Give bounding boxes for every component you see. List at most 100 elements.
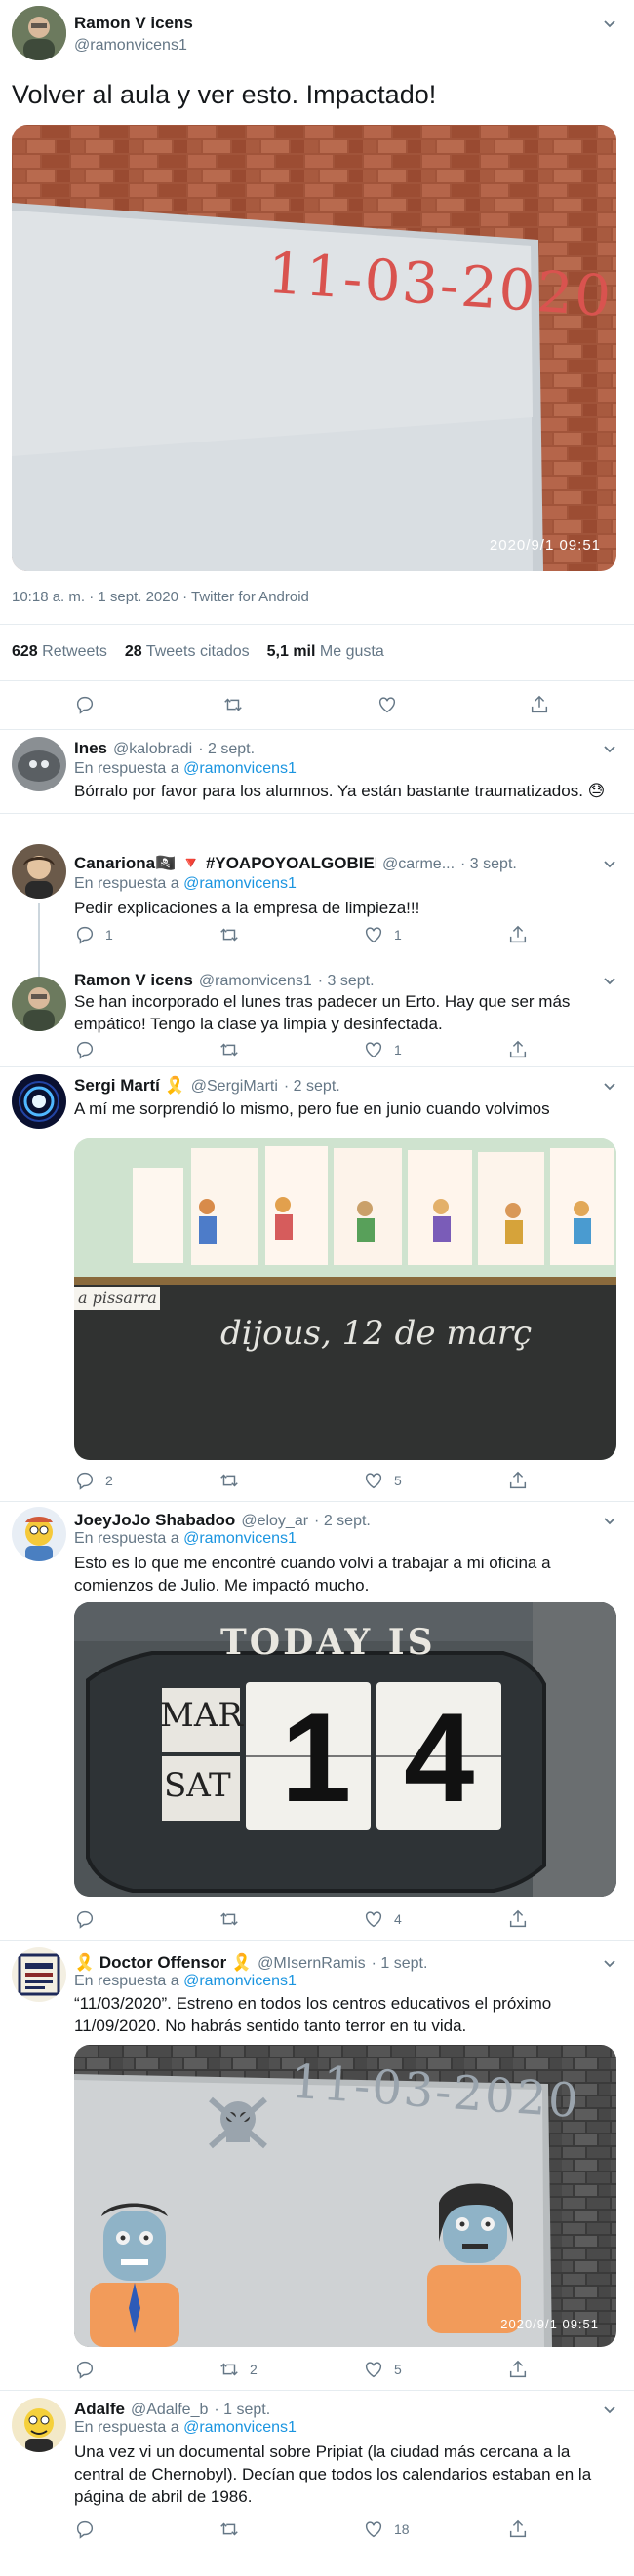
tweet-date[interactable]: · 2 sept. [284, 1078, 340, 1096]
tweet-photo[interactable]: TODAY IS MAR SAT 1 4 [74, 1602, 616, 1897]
like-button[interactable] [376, 694, 398, 715]
tweet-date[interactable]: · 3 sept. [318, 973, 375, 990]
tweet-text: A mí me sorprendió lo mismo, pero fue en… [74, 1099, 550, 1118]
retweet-button[interactable] [218, 1470, 240, 1491]
calendar-weekday: SAT [164, 1766, 231, 1805]
tweet-date[interactable]: · 1 sept. [214, 2402, 270, 2419]
retweet-button[interactable]: 2 [218, 2359, 258, 2380]
tweet-photo[interactable]: 11-03-2020 2020/9/1 09:51 [74, 2045, 616, 2347]
avatar[interactable] [12, 737, 66, 791]
chevron-down-icon[interactable] [603, 1957, 616, 1971]
heart-icon [365, 2362, 382, 2378]
mention-link[interactable]: @ramonvicens1 [183, 760, 297, 777]
mention-link[interactable]: @ramonvicens1 [183, 1530, 297, 1547]
chevron-down-icon[interactable] [603, 2403, 616, 2417]
retweet-button[interactable] [218, 924, 240, 945]
author-name[interactable]: 🎗️ Doctor Offensor 🎗️ [74, 1953, 252, 1973]
chevron-down-icon[interactable] [603, 1080, 616, 1094]
avatar[interactable] [12, 6, 66, 60]
author-handle[interactable]: @ramonvicens1 [199, 973, 312, 990]
share-button[interactable] [507, 1908, 529, 1930]
tweet-text: Una vez vi un documental sobre Pripiat (… [74, 2442, 592, 2506]
avatar[interactable] [12, 2398, 66, 2452]
avatar[interactable] [12, 1507, 66, 1561]
chevron-down-icon[interactable] [603, 858, 616, 871]
author-name[interactable]: Ines [74, 739, 107, 758]
author-handle[interactable]: @kalobradi [113, 741, 192, 758]
mention-link[interactable]: @ramonvicens1 [183, 2419, 297, 2436]
share-button[interactable] [507, 2518, 529, 2540]
tweet-text: “11/03/2020”. Estreno en todos los centr… [74, 1994, 552, 2035]
mention-link[interactable]: @ramonvicens1 [183, 875, 297, 892]
retweet-icon [220, 1474, 238, 1487]
avatar[interactable] [12, 977, 66, 1031]
tweet-date[interactable]: · 3 sept. [460, 856, 517, 873]
reply-count: 1 [105, 927, 113, 942]
mention-link[interactable]: @ramonvicens1 [183, 1973, 297, 1989]
tweet-photo[interactable]: 11-03-2020 2020/9/1 09:51 [12, 125, 616, 571]
reply-button[interactable] [74, 2518, 96, 2540]
avatar[interactable] [12, 1947, 66, 2002]
reply-button[interactable]: 1 [74, 924, 113, 945]
like-button[interactable]: 1 [363, 924, 402, 945]
retweet-button[interactable] [218, 1039, 240, 1060]
like-count: 5 [394, 1473, 402, 1488]
reply-button[interactable] [74, 694, 96, 715]
reply-button[interactable] [74, 1908, 96, 1930]
share-icon [531, 695, 548, 713]
like-button[interactable]: 4 [363, 1908, 402, 1930]
author-handle[interactable]: @SergiMarti [191, 1078, 278, 1096]
author-handle[interactable]: @ramonvicens1 [74, 37, 187, 55]
quotes-stat[interactable]: 28 Tweets citados [125, 643, 250, 661]
retweets-count: 628 [12, 643, 38, 660]
avatar[interactable] [12, 1074, 66, 1129]
author-handle[interactable]: @Adalfe_b [131, 2402, 208, 2419]
author-name[interactable]: Canariona🏴‍☠️ 🔻 #YOAPOYOALGOBIERNO 🔻 [74, 854, 376, 873]
reply-button[interactable] [74, 1039, 96, 1060]
retweet-button[interactable] [222, 694, 244, 715]
heart-icon [365, 2521, 382, 2538]
retweet-icon [220, 1912, 238, 1926]
like-button[interactable]: 5 [363, 2359, 402, 2380]
tweet-date[interactable]: · 2 sept. [314, 1513, 371, 1530]
reply-button[interactable] [74, 2359, 96, 2380]
author-name[interactable]: Adalfe [74, 2400, 125, 2419]
reply-button[interactable]: 2 [74, 1470, 113, 1491]
like-button[interactable]: 5 [363, 1470, 402, 1491]
like-button[interactable]: 18 [363, 2518, 410, 2540]
chevron-down-icon[interactable] [603, 975, 616, 988]
author-name[interactable]: Ramon V icens [74, 971, 193, 990]
reply-context: En respuesta a @ramonvicens1 [74, 1530, 297, 1548]
retweets-stat[interactable]: 628 Retweets [12, 643, 107, 661]
avatar[interactable] [12, 844, 66, 899]
author-handle[interactable]: @MIsernRamis [258, 1955, 365, 1973]
tweet-photo[interactable]: a pissarra dijous, 12 de març [74, 1138, 616, 1460]
reply-context: En respuesta a @ramonvicens1 [74, 760, 297, 778]
tweet-date[interactable]: · 2 sept. [198, 741, 255, 758]
share-icon [509, 1471, 527, 1489]
divider [0, 813, 634, 814]
likes-stat[interactable]: 5,1 mil Me gusta [267, 643, 384, 661]
like-button[interactable]: 1 [363, 1039, 402, 1060]
author-name[interactable]: Sergi Martí 🎗️ [74, 1076, 185, 1096]
chevron-down-icon[interactable] [603, 1515, 616, 1528]
author-name[interactable]: Ramon V icens [74, 14, 193, 33]
retweet-button[interactable] [218, 2518, 240, 2540]
author-name[interactable]: JoeyJoJo Shabadoo [74, 1511, 235, 1530]
retweet-button[interactable] [218, 1908, 240, 1930]
share-button[interactable] [507, 1470, 529, 1491]
share-button[interactable] [507, 1039, 529, 1060]
share-button[interactable] [507, 2359, 529, 2380]
chevron-down-icon[interactable] [603, 743, 616, 756]
like-count: 4 [394, 1911, 402, 1927]
share-button[interactable] [529, 694, 550, 715]
author-handle[interactable]: @eloy_ar [241, 1513, 308, 1530]
tweet-date[interactable]: · 1 sept. [372, 1955, 428, 1973]
author-handle[interactable]: @carme... [382, 856, 455, 873]
retweet-icon [220, 2363, 238, 2376]
tweet-text: Pedir explicaciones a la empresa de limp… [74, 899, 420, 917]
share-icon [509, 925, 527, 943]
share-button[interactable] [507, 924, 529, 945]
chevron-down-icon[interactable] [603, 18, 616, 31]
board-label: a pissarra [78, 1288, 157, 1307]
